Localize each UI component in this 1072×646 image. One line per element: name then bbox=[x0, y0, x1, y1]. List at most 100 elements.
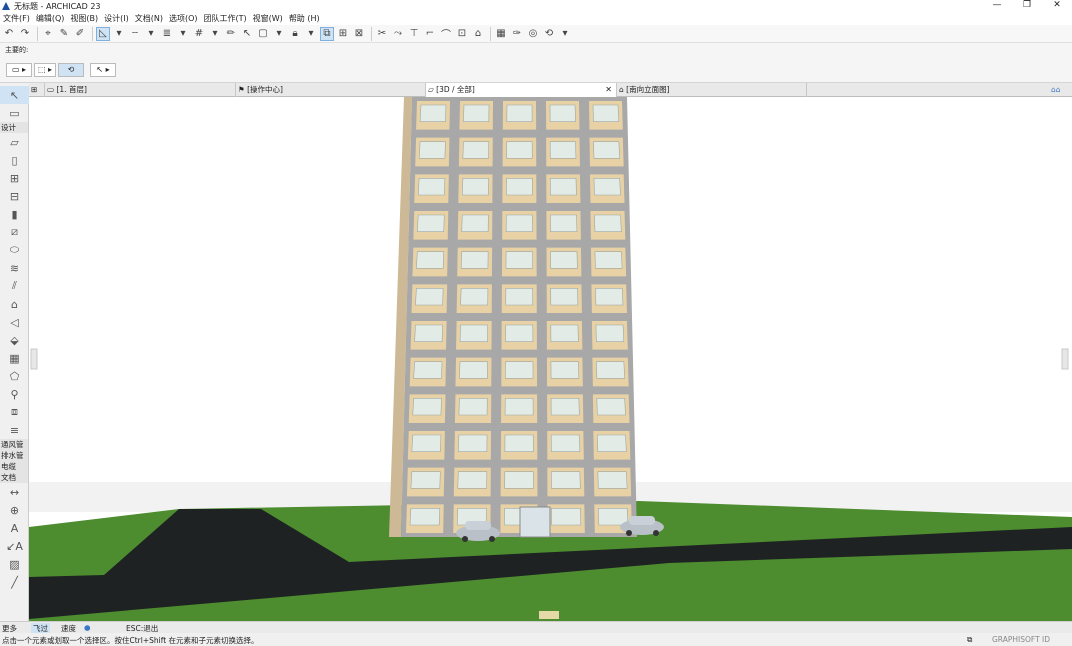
ungroup-icon[interactable]: ⊠ bbox=[352, 27, 366, 41]
pencil-icon[interactable]: ✏ bbox=[224, 27, 238, 41]
marquee-tool-icon[interactable]: ▭ bbox=[0, 104, 29, 122]
menu-file[interactable]: 文件(F) bbox=[3, 13, 30, 24]
offset-icon[interactable]: ⤳ bbox=[391, 27, 405, 41]
suspend-groups-icon[interactable]: ⧉ bbox=[320, 26, 334, 41]
3d-window-icon[interactable]: ◎ bbox=[526, 27, 540, 41]
menu-view[interactable]: 视图(B) bbox=[70, 13, 98, 24]
menu-window[interactable]: 视窗(W) bbox=[253, 13, 283, 24]
3d-orbit-icon[interactable]: ⟲ bbox=[542, 27, 556, 41]
shell-tool-icon[interactable]: ◁ bbox=[0, 313, 29, 331]
orbit-mode-button[interactable]: ⟲ bbox=[58, 63, 84, 77]
fill-tool-icon[interactable]: ▨ bbox=[0, 555, 29, 573]
line-tool-icon[interactable]: ╱ bbox=[0, 573, 29, 591]
trim-icon[interactable]: ✂ bbox=[375, 27, 389, 41]
chevron-down-icon[interactable]: ▾ bbox=[144, 27, 158, 41]
group-icon[interactable]: ⊞ bbox=[336, 27, 350, 41]
snap-guide-icon[interactable]: ┄ bbox=[128, 27, 142, 41]
right-panel-handle[interactable] bbox=[1061, 348, 1069, 370]
dimension-tool-icon[interactable]: ↔ bbox=[0, 483, 29, 501]
window-glass bbox=[504, 434, 534, 452]
chevron-down-icon[interactable]: ▾ bbox=[176, 27, 190, 41]
marquee-dropdown[interactable]: ⬚ ▸ bbox=[34, 63, 56, 77]
tab-south-elevation[interactable]: ⌂ [南向立面图] bbox=[617, 83, 807, 97]
brand-label[interactable]: GRAPHISOFT ID bbox=[992, 635, 1050, 644]
fillet-icon[interactable]: ⌒ bbox=[439, 27, 453, 41]
morph-tool-icon[interactable]: ⬠ bbox=[0, 367, 29, 385]
inject-parameters-icon[interactable]: ✎ bbox=[57, 27, 71, 41]
chevron-down-icon[interactable]: ▾ bbox=[112, 27, 126, 41]
section-icon[interactable]: ✑ bbox=[510, 27, 524, 41]
floor-plan-icon[interactable]: ▦ bbox=[494, 27, 508, 41]
tab-overview-icon[interactable]: ⊞ bbox=[29, 83, 45, 97]
chevron-down-icon[interactable]: ▾ bbox=[304, 27, 318, 41]
slab-tool-icon[interactable]: ⬭ bbox=[0, 241, 29, 259]
door-tool-icon[interactable]: ▯ bbox=[0, 151, 29, 169]
lamp-tool-icon[interactable]: ≡ bbox=[0, 421, 29, 439]
stair-tool-icon[interactable]: ≋ bbox=[0, 259, 29, 277]
selection-method-dropdown[interactable]: ▭ ▸ bbox=[6, 63, 32, 77]
object-tool-icon[interactable]: ⊟ bbox=[0, 187, 29, 205]
pointer-icon[interactable]: ↖ bbox=[240, 27, 254, 41]
3d-viewport[interactable] bbox=[29, 97, 1072, 621]
layers-icon[interactable]: ≣ bbox=[160, 27, 174, 41]
section-plumbing[interactable]: 排水管 bbox=[0, 450, 28, 461]
frame-icon[interactable]: ▢ bbox=[256, 27, 270, 41]
arrow-tool-icon[interactable]: ↖ bbox=[0, 86, 29, 104]
undo-icon[interactable]: ↶ bbox=[2, 27, 16, 41]
chevron-down-icon[interactable]: ▾ bbox=[208, 27, 222, 41]
chevron-down-icon[interactable]: ▾ bbox=[272, 27, 286, 41]
wall-tool-icon[interactable]: ▱ bbox=[0, 133, 29, 151]
speed-slider-icon[interactable]: ● bbox=[84, 623, 91, 632]
zone-tool-icon[interactable]: ⚲ bbox=[0, 385, 29, 403]
tab-action-center[interactable]: ⚑ [操作中心] bbox=[236, 83, 426, 97]
arrow-tool-dropdown[interactable]: ↖ ▸ bbox=[90, 63, 116, 77]
menu-options[interactable]: 选项(O) bbox=[169, 13, 198, 24]
restore-button[interactable]: ❐ bbox=[1012, 0, 1042, 12]
window-layout-icon[interactable]: ⧉ bbox=[967, 635, 972, 645]
level-dimension-tool-icon[interactable]: ⊕ bbox=[0, 501, 29, 519]
chevron-down-icon[interactable]: ▾ bbox=[558, 27, 572, 41]
railing-tool-icon[interactable]: ⫽ bbox=[0, 277, 29, 295]
pick-up-parameters-icon[interactable]: ⌖ bbox=[41, 27, 55, 41]
section-document[interactable]: 文档 bbox=[0, 472, 28, 483]
menu-edit[interactable]: 编辑(Q) bbox=[36, 13, 65, 24]
menu-teamwork[interactable]: 团队工作(T) bbox=[204, 13, 247, 24]
text-tool-icon[interactable]: A bbox=[0, 519, 29, 537]
roof-tool-icon[interactable]: ⌂ bbox=[0, 295, 29, 313]
minimize-button[interactable]: — bbox=[982, 0, 1012, 12]
beam-tool-icon[interactable]: ⧄ bbox=[0, 223, 29, 241]
3d-scene[interactable] bbox=[29, 97, 1072, 621]
section-design[interactable]: 设计 bbox=[0, 122, 28, 133]
close-button[interactable]: ✕ bbox=[1042, 0, 1072, 12]
tab-3d-all[interactable]: ▱ [3D / 全部] ✕ bbox=[426, 83, 617, 97]
menu-design[interactable]: 设计(I) bbox=[104, 13, 129, 24]
navigator-icon[interactable]: ⌂⌂ bbox=[1049, 83, 1072, 97]
window-glass bbox=[461, 178, 489, 196]
left-panel-handle[interactable] bbox=[30, 348, 38, 370]
label-tool-icon[interactable]: ↙A bbox=[0, 537, 29, 555]
window-glass bbox=[462, 141, 490, 159]
tab-floor-plan[interactable]: ▭ [1. 首层] bbox=[45, 83, 236, 97]
curtain-wall-tool-icon[interactable]: ▦ bbox=[0, 349, 29, 367]
grid-snap-icon[interactable]: # bbox=[192, 27, 206, 41]
intersect-icon[interactable]: ⊤ bbox=[407, 27, 421, 41]
guide-line-icon[interactable]: ◺ bbox=[96, 26, 110, 41]
window-glass bbox=[593, 141, 620, 159]
redo-icon[interactable]: ↷ bbox=[18, 27, 32, 41]
section-electric[interactable]: 电缆 bbox=[0, 461, 28, 472]
eyedropper-icon[interactable]: ✐ bbox=[73, 27, 87, 41]
lock-icon[interactable]: 🔒︎ bbox=[288, 27, 302, 41]
bottom-panel-handle[interactable] bbox=[539, 611, 559, 619]
section-ventilation[interactable]: 通风管 bbox=[0, 439, 28, 450]
roof-icon[interactable]: ⌂ bbox=[471, 27, 485, 41]
column-tool-icon[interactable]: ▮ bbox=[0, 205, 29, 223]
menu-document[interactable]: 文档(N) bbox=[135, 13, 163, 24]
skylight-tool-icon[interactable]: ⬙ bbox=[0, 331, 29, 349]
window-glass bbox=[505, 251, 533, 269]
menu-help[interactable]: 帮助 (H) bbox=[289, 13, 320, 24]
adjust-icon[interactable]: ⌐ bbox=[423, 27, 437, 41]
window-tool-icon[interactable]: ⊞ bbox=[0, 169, 29, 187]
split-icon[interactable]: ⊡ bbox=[455, 27, 469, 41]
close-tab-icon[interactable]: ✕ bbox=[605, 83, 612, 96]
mesh-tool-icon[interactable]: ⧈ bbox=[0, 403, 29, 421]
